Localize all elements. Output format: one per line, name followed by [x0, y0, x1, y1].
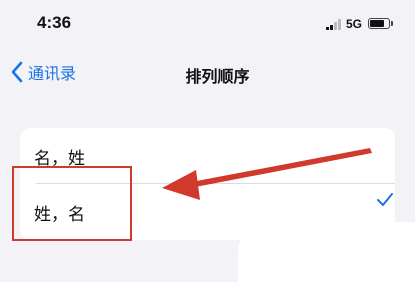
network-label: 5G [346, 17, 363, 31]
white-overlay [238, 222, 415, 282]
page-title: 排列顺序 [185, 67, 250, 86]
highlight-box [12, 166, 132, 241]
navigation-bar: 通讯录 排列顺序 [0, 50, 415, 94]
battery-cap [391, 21, 393, 26]
status-time: 4:36 [37, 13, 72, 32]
cellular-signal-icon [326, 19, 342, 30]
status-bar: 4:36 5G [0, 0, 415, 44]
battery-icon [368, 18, 390, 29]
checkmark-icon [377, 193, 393, 206]
